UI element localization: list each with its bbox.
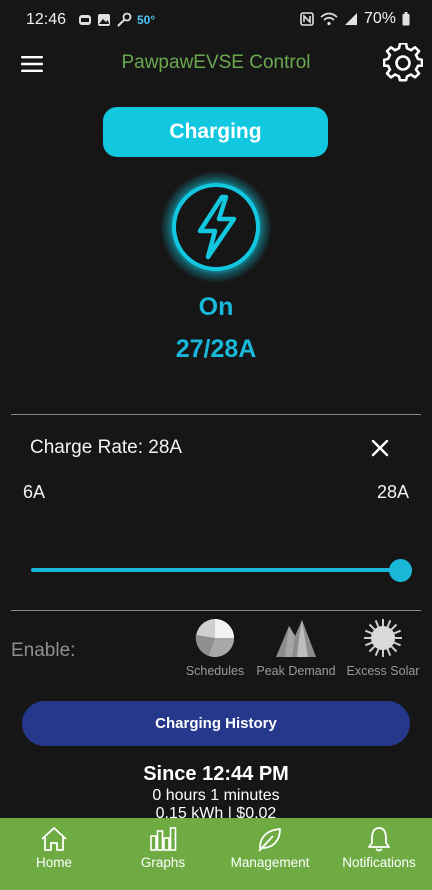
- enable-label: Enable:: [11, 640, 76, 661]
- slider-min-label: 6A: [23, 482, 46, 502]
- bar-chart-icon: [150, 827, 177, 851]
- charging-status-button[interactable]: Charging: [103, 107, 328, 157]
- home-icon: [41, 827, 67, 851]
- gear-icon[interactable]: [383, 43, 423, 83]
- slider-max-label: 28A: [376, 482, 409, 502]
- lightning-bolt-icon: [160, 171, 272, 283]
- signal-icon: [344, 13, 357, 25]
- notification-app-icon: [79, 15, 91, 25]
- peak-demand-label: Peak Demand: [256, 664, 336, 678]
- session-since: Since 12:44 PM: [143, 763, 289, 785]
- nav-management[interactable]: Management: [225, 826, 315, 870]
- nav-notifications-label: Notifications: [342, 855, 416, 870]
- bottom-nav: Home Graphs Management Notifications: [0, 818, 432, 890]
- divider-top: [11, 414, 421, 415]
- divider-bottom: [11, 610, 421, 611]
- gallery-icon: [98, 14, 110, 26]
- nav-graphs[interactable]: Graphs: [126, 826, 200, 870]
- excess-solar-toggle[interactable]: Excess Solar: [338, 618, 428, 678]
- close-icon[interactable]: [369, 437, 391, 459]
- charging-history-button[interactable]: Charging History: [22, 701, 410, 746]
- charger-state: On: [198, 293, 234, 321]
- charge-rate-slider-thumb[interactable]: [389, 559, 412, 582]
- schedules-label: Schedules: [185, 664, 245, 678]
- nav-notifications[interactable]: Notifications: [334, 826, 424, 870]
- wifi-icon: [320, 12, 338, 26]
- current-amps: 27/28A: [175, 335, 257, 363]
- nav-home-label: Home: [35, 855, 72, 870]
- battery-icon: [402, 12, 410, 26]
- nav-graphs-label: Graphs: [140, 855, 186, 870]
- status-time: 12:46: [26, 11, 67, 28]
- charge-rate-slider-track[interactable]: [31, 568, 401, 572]
- wrench-icon: [117, 12, 132, 27]
- app-title: PawpawEVSE Control: [121, 52, 311, 73]
- schedules-toggle[interactable]: Schedules: [170, 618, 260, 678]
- status-system-icons: 70%: [300, 10, 410, 28]
- battery-percent: 70%: [363, 10, 396, 27]
- bell-icon: [368, 827, 390, 852]
- leaf-icon: [258, 828, 281, 852]
- mountain-peak-icon: [276, 620, 316, 657]
- excess-solar-label: Excess Solar: [346, 664, 420, 678]
- status-notification-icons: 50°: [78, 12, 155, 28]
- peak-demand-toggle[interactable]: Peak Demand: [251, 618, 341, 678]
- nav-home[interactable]: Home: [17, 826, 91, 870]
- nfc-icon: [300, 12, 314, 26]
- status-temperature: 50°: [137, 13, 156, 27]
- sun-icon: [364, 619, 402, 657]
- charge-rate-label: Charge Rate: 28A: [30, 437, 183, 458]
- nav-management-label: Management: [230, 855, 310, 870]
- schedule-pie-icon: [195, 619, 234, 657]
- status-bar: 12:46 50° 70%: [0, 0, 432, 40]
- session-duration: 0 hours 1 minutes: [152, 787, 280, 804]
